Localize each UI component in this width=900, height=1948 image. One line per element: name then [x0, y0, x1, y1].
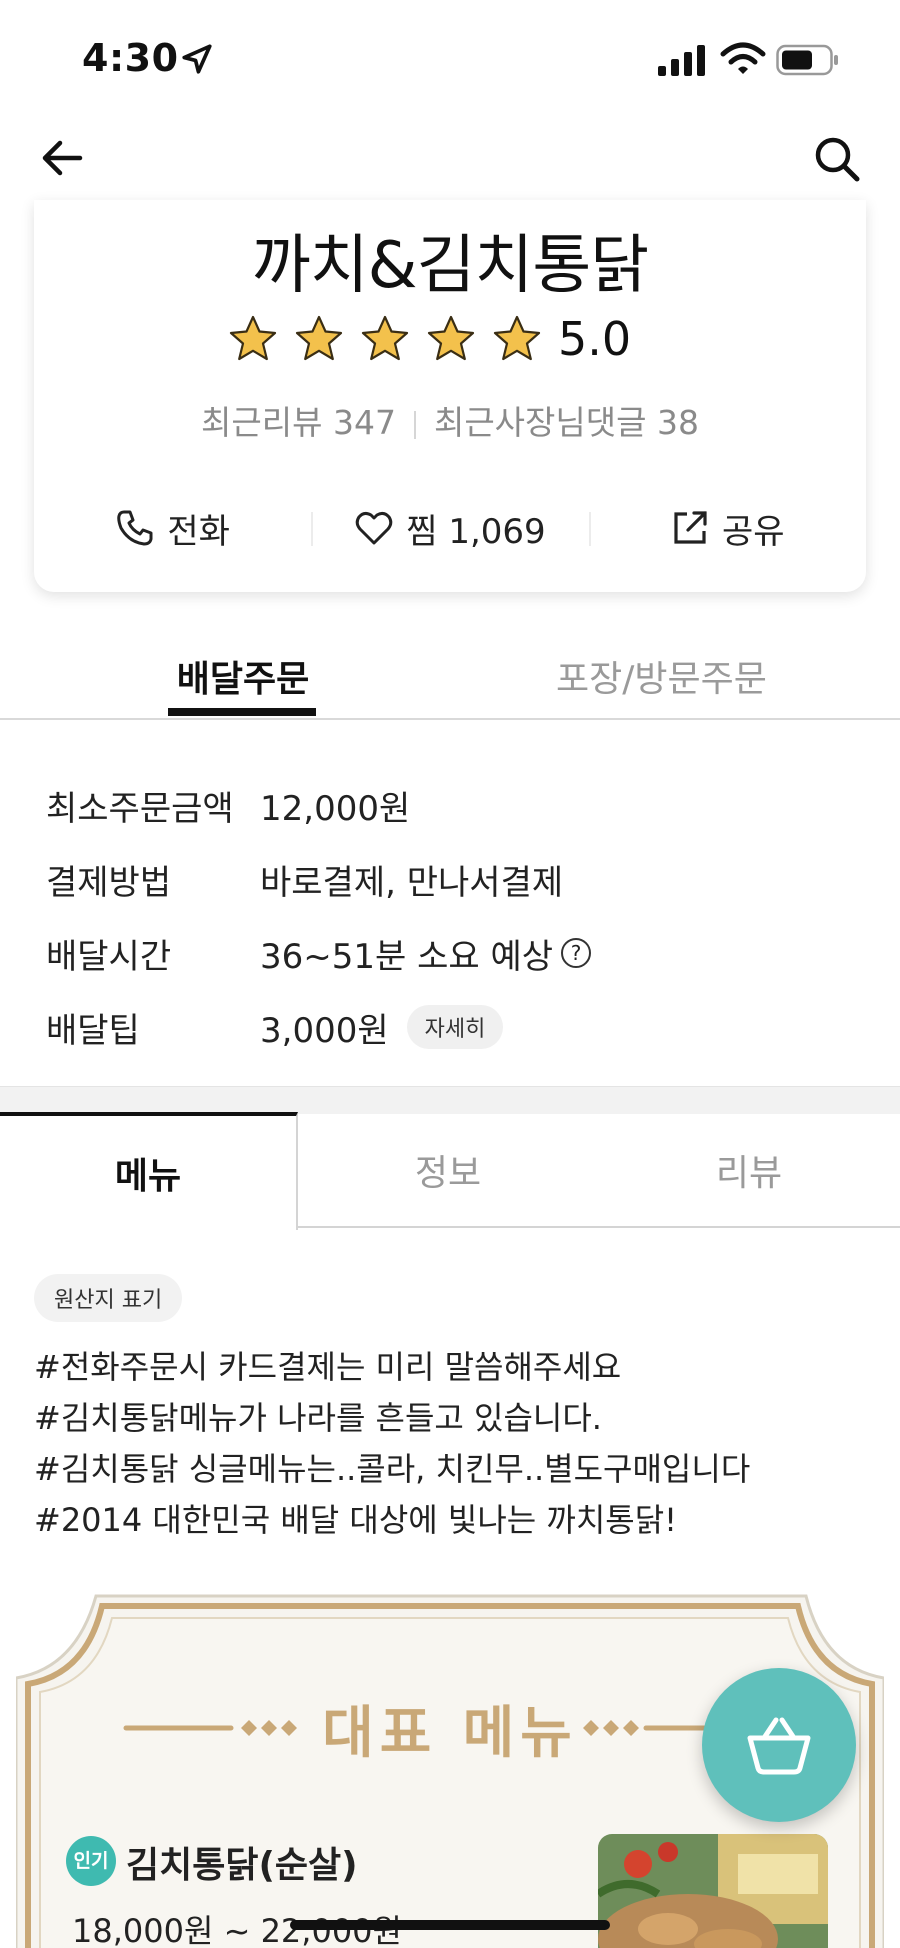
payment-row: 결제방법 바로결제, 만나서결제 [46, 842, 591, 916]
tab-delivery-order[interactable]: 배달주문 [170, 650, 316, 702]
tab-reviews[interactable]: 리뷰 [598, 1112, 900, 1228]
store-name: 까치&김치통닭 [251, 229, 649, 303]
rating-value: 5.0 [558, 312, 632, 366]
order-type-tabs: 배달주문 포장/방문주문 [0, 640, 900, 720]
back-arrow-icon[interactable] [38, 134, 86, 182]
home-indicator[interactable] [290, 1920, 610, 1930]
notice-line: #전화주문시 카드결제는 미리 말씀해주세요 [34, 1348, 622, 1386]
notice-line: #2014 대한민국 배달 대상에 빛나는 까치통닭! [34, 1501, 677, 1539]
share-button[interactable]: 공유 [588, 496, 866, 560]
menu-item-photo[interactable] [598, 1834, 828, 1948]
section-divider [0, 1086, 900, 1114]
origin-label-button[interactable]: 원산지 표기 [34, 1274, 183, 1322]
notice-line: #김치통닭메뉴가 나라를 흔들고 있습니다. [34, 1399, 602, 1437]
store-card: 까치&김치통닭 5.0 최근리뷰 347 최근사장님댓글 38 전화 찜 1,06… [34, 200, 866, 592]
review-stats: 최근리뷰 347 최근사장님댓글 38 [34, 396, 866, 444]
store-actions: 전화 찜 1,069 공유 [34, 496, 866, 560]
star-icon [361, 315, 409, 361]
cellular-signal-icon [658, 45, 705, 76]
wifi-icon [720, 42, 766, 74]
call-button[interactable]: 전화 [34, 496, 311, 560]
help-icon[interactable]: ? [561, 938, 592, 968]
share-label: 공유 [722, 511, 785, 552]
share-icon [674, 511, 707, 544]
star-icon [493, 315, 541, 361]
search-icon[interactable] [812, 134, 862, 184]
payment-label: 결제방법 [46, 862, 172, 903]
popular-badge: 인기 [66, 1836, 116, 1886]
location-arrow-icon [182, 44, 212, 74]
store-notice: #전화주문시 카드결제는 미리 말씀해주세요 #김치통닭메뉴가 나라를 흔들고 … [34, 1342, 750, 1546]
active-tab-indicator [168, 708, 316, 716]
star-icon [229, 315, 277, 361]
delivery-tip-label: 배달팁 [46, 1010, 140, 1051]
delivery-time-label: 배달시간 [46, 936, 172, 977]
notice-line: #김치통닭 싱글메뉴는..콜라, 치킨무..별도구매입니다 [34, 1450, 751, 1488]
cart-button[interactable] [702, 1668, 856, 1822]
recent-reviews-link[interactable]: 최근리뷰 347 [201, 403, 396, 442]
menu-item-name[interactable]: 김치통닭(순살) [126, 1836, 358, 1888]
call-label: 전화 [167, 511, 230, 552]
tip-detail-button[interactable]: 자세히 [406, 1005, 504, 1049]
section-tabs: 메뉴 정보 리뷰 [0, 1112, 900, 1230]
tab-pickup-order[interactable]: 포장/방문주문 [556, 650, 767, 702]
status-bar: 4:30 [0, 0, 900, 120]
min-order-value: 12,000원 [260, 788, 411, 829]
delivery-info: 최소주문금액 12,000원 결제방법 바로결제, 만나서결제 배달시간 36~… [46, 768, 592, 1064]
status-time: 4:30 [82, 36, 179, 80]
payment-value: 바로결제, 만나서결제 [260, 862, 564, 903]
min-order-row: 최소주문금액 12,000원 [46, 768, 591, 842]
battery-icon [776, 44, 838, 76]
basket-icon [747, 1717, 811, 1775]
owner-replies-link[interactable]: 최근사장님댓글 38 [434, 403, 699, 442]
delivery-tip-value: 3,000원 [260, 1010, 389, 1051]
star-icon [427, 315, 475, 361]
rating-stars [228, 314, 542, 364]
like-label: 찜 1,069 [406, 511, 546, 552]
heart-icon [356, 511, 393, 545]
tab-menu[interactable]: 메뉴 [0, 1112, 298, 1230]
delivery-time-row: 배달시간 36~51분 소요 예상 ? [46, 916, 592, 990]
delivery-time-value: 36~51분 소요 예상 [260, 936, 554, 977]
tab-info[interactable]: 정보 [298, 1112, 598, 1228]
divider [413, 410, 416, 439]
phone-icon [117, 510, 153, 546]
min-order-label: 최소주문금액 [46, 788, 234, 829]
delivery-tip-row: 배달팁 3,000원 자세히 [46, 990, 591, 1064]
like-button[interactable]: 찜 1,069 [311, 496, 588, 560]
star-icon [295, 315, 343, 361]
